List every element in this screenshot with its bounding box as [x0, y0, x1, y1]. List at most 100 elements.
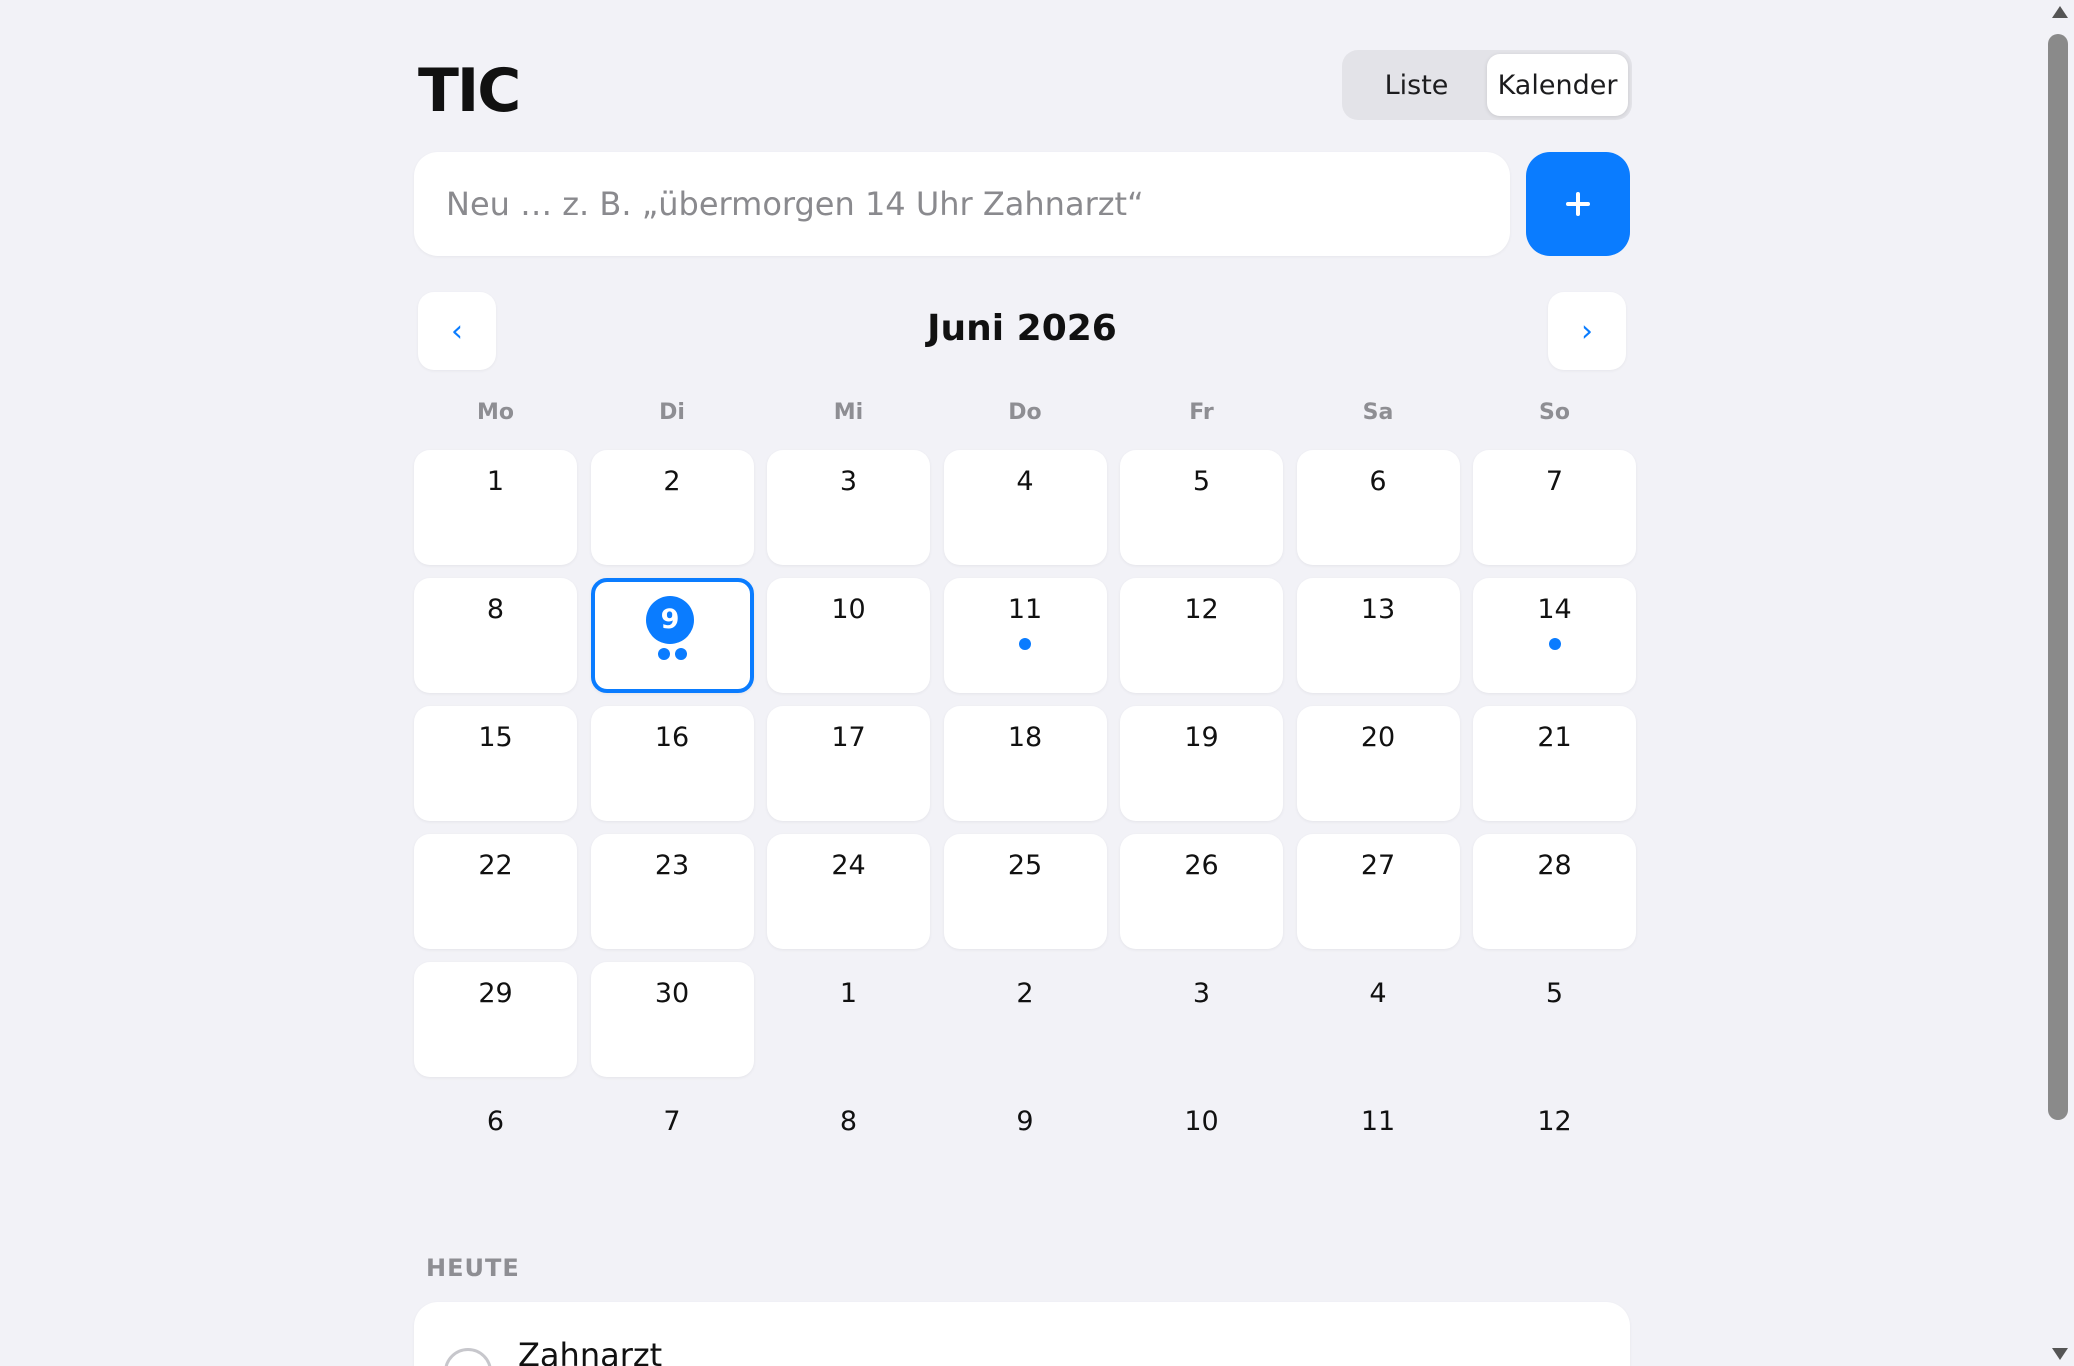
scrollbar-thumb[interactable] — [2048, 34, 2068, 1120]
day-number: 29 — [478, 978, 513, 1009]
scroll-down-arrow-icon[interactable] — [2052, 1348, 2068, 1360]
day-cell[interactable]: 8 — [767, 1090, 930, 1205]
day-number: 7 — [663, 1106, 681, 1137]
day-cell[interactable]: 9 — [944, 1090, 1107, 1205]
day-number: 22 — [478, 850, 513, 881]
weekday-header: Mo Di Mi Do Fr Sa So — [414, 400, 1630, 430]
day-number: 6 — [1369, 466, 1387, 497]
day-cell[interactable]: 1 — [767, 962, 930, 1077]
event-indicator — [595, 648, 750, 660]
day-cell[interactable]: 4 — [1297, 962, 1460, 1077]
day-cell[interactable]: 11 — [1297, 1090, 1460, 1205]
day-cell[interactable]: 13 — [1296, 578, 1460, 693]
day-number: 9 — [1016, 1106, 1034, 1137]
day-cell[interactable]: 22 — [414, 834, 577, 949]
day-cell[interactable]: 23 — [590, 834, 754, 949]
day-cell[interactable]: 2 — [590, 450, 754, 565]
day-cell[interactable]: 26 — [1120, 834, 1283, 949]
event-card[interactable]: Zahnarzt — [414, 1302, 1630, 1366]
day-cell[interactable]: 6 — [414, 1090, 577, 1205]
day-number: 24 — [831, 850, 866, 881]
day-cell[interactable]: 7 — [1473, 450, 1636, 565]
chevron-right-icon: › — [1581, 313, 1593, 349]
day-number: 6 — [486, 1106, 505, 1137]
day-cell[interactable]: 28 — [1473, 834, 1636, 949]
event-dot-icon — [1019, 638, 1031, 650]
day-number: 27 — [1360, 850, 1396, 881]
day-number: 12 — [1184, 594, 1219, 625]
composer — [414, 152, 1630, 256]
day-number: 12 — [1537, 1106, 1572, 1137]
scrollbar[interactable] — [2044, 0, 2074, 1366]
day-number: 7 — [1545, 466, 1564, 497]
day-number: 30 — [654, 978, 690, 1009]
event-indicator — [944, 638, 1107, 650]
day-number: 2 — [1016, 978, 1034, 1009]
day-cell[interactable]: 21 — [1473, 706, 1636, 821]
header: TIC Liste Kalender — [412, 50, 1632, 130]
day-number: 13 — [1360, 594, 1396, 625]
day-number: 5 — [1192, 466, 1211, 497]
day-cell[interactable]: 14 — [1473, 578, 1636, 693]
day-number: 9 — [646, 596, 694, 644]
day-cell[interactable]: 10 — [767, 578, 930, 693]
day-cell[interactable]: 15 — [414, 706, 577, 821]
day-number: 11 — [1360, 1106, 1396, 1137]
event-dot-icon — [1548, 638, 1561, 650]
day-number: 11 — [1007, 594, 1043, 625]
day-number: 2 — [663, 466, 681, 497]
tab-liste[interactable]: Liste — [1346, 54, 1487, 116]
day-number: 20 — [1360, 722, 1396, 753]
day-cell-selected[interactable]: 9 — [590, 578, 754, 693]
day-cell[interactable]: 7 — [591, 1090, 754, 1205]
day-number: 28 — [1537, 850, 1572, 881]
day-cell[interactable]: 25 — [943, 834, 1107, 949]
section-heading-today: HEUTE — [426, 1254, 520, 1282]
day-number: 3 — [1192, 978, 1211, 1009]
day-cell[interactable]: 19 — [1120, 706, 1283, 821]
day-cell[interactable]: 5 — [1120, 450, 1283, 565]
day-cell[interactable]: 16 — [590, 706, 754, 821]
day-cell[interactable]: 8 — [414, 578, 577, 693]
view-toggle: Liste Kalender — [1342, 50, 1632, 120]
day-cell[interactable]: 3 — [767, 450, 930, 565]
day-cell[interactable]: 18 — [943, 706, 1107, 821]
weekday-label: Do — [1008, 400, 1042, 425]
event-indicator — [1473, 638, 1636, 650]
day-cell[interactable]: 10 — [1120, 1090, 1283, 1205]
day-cell[interactable]: 17 — [767, 706, 930, 821]
tab-kalender[interactable]: Kalender — [1487, 54, 1628, 116]
weekday-label: Mo — [476, 400, 514, 425]
day-number: 4 — [1016, 466, 1034, 497]
day-number: 4 — [1369, 978, 1387, 1009]
next-month-button[interactable]: › — [1548, 292, 1626, 370]
day-number: 25 — [1007, 850, 1043, 881]
day-cell[interactable]: 24 — [767, 834, 930, 949]
day-cell[interactable]: 6 — [1296, 450, 1460, 565]
day-cell[interactable]: 27 — [1296, 834, 1460, 949]
day-number: 21 — [1537, 722, 1572, 753]
day-number: 10 — [1184, 1106, 1219, 1137]
day-cell[interactable]: 3 — [1120, 962, 1283, 1077]
day-cell[interactable]: 29 — [414, 962, 577, 1077]
day-cell[interactable]: 5 — [1473, 962, 1636, 1077]
weekday-label: Sa — [1362, 400, 1394, 425]
scroll-up-arrow-icon[interactable] — [2052, 6, 2068, 18]
day-cell[interactable]: 12 — [1120, 578, 1283, 693]
day-cell[interactable]: 1 — [414, 450, 577, 565]
new-entry-input[interactable] — [414, 152, 1510, 256]
day-number: 18 — [1007, 722, 1043, 753]
day-cell[interactable]: 20 — [1296, 706, 1460, 821]
plus-icon — [1566, 192, 1590, 216]
day-cell[interactable]: 4 — [943, 450, 1107, 565]
weekday-label: Di — [659, 400, 685, 425]
day-cell[interactable]: 2 — [944, 962, 1107, 1077]
day-cell[interactable]: 30 — [590, 962, 754, 1077]
app-logo: TIC — [418, 56, 521, 126]
day-number: 26 — [1184, 850, 1219, 881]
event-checkbox[interactable] — [444, 1348, 492, 1366]
day-number: 10 — [831, 594, 866, 625]
add-button[interactable] — [1526, 152, 1630, 256]
day-cell[interactable]: 11 — [943, 578, 1107, 693]
day-cell[interactable]: 12 — [1473, 1090, 1636, 1205]
